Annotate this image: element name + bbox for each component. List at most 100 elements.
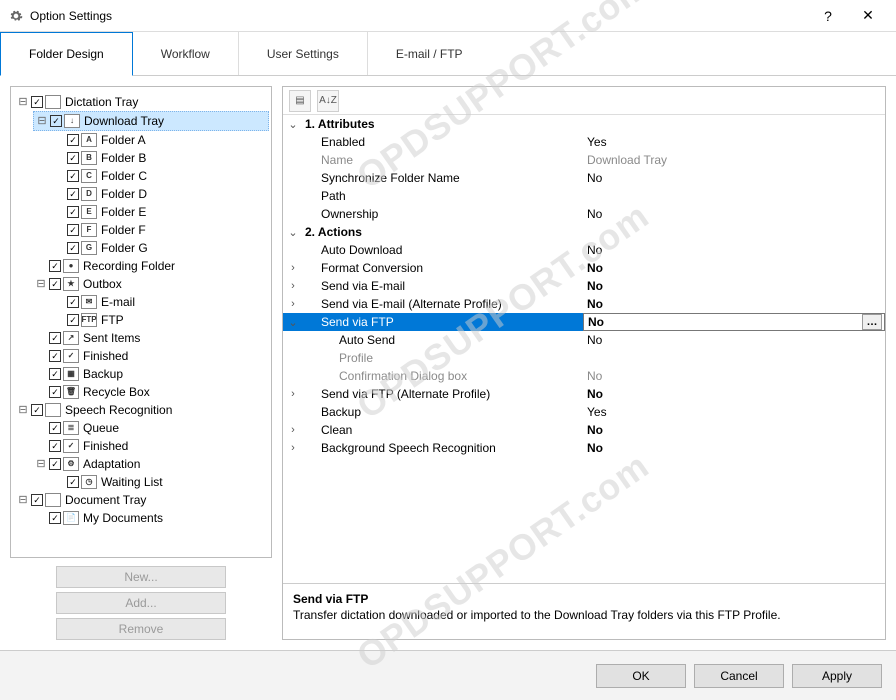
property-row-send-via-e-mail-alternate-profile-[interactable]: ›Send via E-mail (Alternate Profile)No bbox=[283, 295, 885, 313]
property-row-ownership[interactable]: OwnershipNo bbox=[283, 205, 885, 223]
checkbox-icon[interactable] bbox=[49, 458, 61, 470]
tree-item-document-tray[interactable]: ⊟Document Tray bbox=[15, 491, 269, 509]
property-row-clean[interactable]: ›CleanNo bbox=[283, 421, 885, 439]
property-row-synchronize-folder-name[interactable]: Synchronize Folder NameNo bbox=[283, 169, 885, 187]
close-button[interactable]: ✕ bbox=[848, 7, 888, 24]
checkbox-icon[interactable] bbox=[67, 206, 79, 218]
checkbox-icon[interactable] bbox=[31, 404, 43, 416]
property-row--actions[interactable]: ⌄2. Actions bbox=[283, 223, 885, 241]
expand-icon[interactable]: ⊟ bbox=[17, 491, 29, 509]
tree-item-waiting-list[interactable]: ·◷Waiting List bbox=[51, 473, 269, 491]
expand-icon[interactable]: ⊟ bbox=[35, 455, 47, 473]
expand-icon[interactable]: › bbox=[283, 442, 303, 454]
expand-icon[interactable]: › bbox=[283, 388, 303, 400]
checkbox-icon[interactable] bbox=[67, 476, 79, 488]
apply-button[interactable]: Apply bbox=[792, 664, 882, 688]
property-row-send-via-ftp[interactable]: ⌄Send via FTPNo… bbox=[283, 313, 885, 331]
sort-button[interactable]: A↓Z bbox=[317, 90, 339, 112]
property-row-format-conversion[interactable]: ›Format ConversionNo bbox=[283, 259, 885, 277]
tree-item-recycle-box[interactable]: ·🗑Recycle Box bbox=[33, 383, 269, 401]
tree-item-recording-folder[interactable]: ·●Recording Folder bbox=[33, 257, 269, 275]
property-value[interactable]: No bbox=[583, 243, 885, 257]
help-button[interactable]: ? bbox=[808, 8, 848, 24]
tree-item-folder-d[interactable]: ·DFolder D bbox=[51, 185, 269, 203]
property-row-auto-download[interactable]: Auto DownloadNo bbox=[283, 241, 885, 259]
property-row-name[interactable]: NameDownload Tray bbox=[283, 151, 885, 169]
checkbox-icon[interactable] bbox=[49, 278, 61, 290]
ellipsis-button[interactable]: … bbox=[862, 314, 882, 330]
folder-tree[interactable]: ⊟Dictation Tray⊟↓Download Tray·AFolder A… bbox=[10, 86, 272, 558]
tree-item-sent-items[interactable]: ·↗Sent Items bbox=[33, 329, 269, 347]
property-value[interactable]: No bbox=[583, 423, 885, 437]
property-row-confirmation-dialog-box[interactable]: Confirmation Dialog boxNo bbox=[283, 367, 885, 385]
checkbox-icon[interactable] bbox=[49, 422, 61, 434]
checkbox-icon[interactable] bbox=[67, 296, 79, 308]
property-row-background-speech-recognition[interactable]: ›Background Speech RecognitionNo bbox=[283, 439, 885, 457]
expand-icon[interactable]: ⊟ bbox=[36, 112, 48, 130]
tab-e-mail-ftp[interactable]: E-mail / FTP bbox=[368, 32, 491, 75]
expand-icon[interactable]: › bbox=[283, 280, 303, 292]
checkbox-icon[interactable] bbox=[49, 260, 61, 272]
tree-item-folder-e[interactable]: ·EFolder E bbox=[51, 203, 269, 221]
property-value[interactable]: No bbox=[583, 171, 885, 185]
tree-item-dictation-tray[interactable]: ⊟Dictation Tray bbox=[15, 93, 269, 111]
checkbox-icon[interactable] bbox=[49, 512, 61, 524]
expand-icon[interactable]: ⊟ bbox=[17, 93, 29, 111]
property-value[interactable]: Yes bbox=[583, 405, 885, 419]
tree-item-ftp[interactable]: ·FTPFTP bbox=[51, 311, 269, 329]
checkbox-icon[interactable] bbox=[49, 440, 61, 452]
property-rows[interactable]: ⌄1. AttributesEnabledYesNameDownload Tra… bbox=[283, 115, 885, 583]
expand-icon[interactable]: ⌄ bbox=[283, 226, 303, 239]
expand-icon[interactable]: ⊟ bbox=[17, 401, 29, 419]
property-row-profile[interactable]: Profile bbox=[283, 349, 885, 367]
checkbox-icon[interactable] bbox=[49, 350, 61, 362]
property-row--attributes[interactable]: ⌄1. Attributes bbox=[283, 115, 885, 133]
tab-workflow[interactable]: Workflow bbox=[133, 32, 239, 75]
ok-button[interactable]: OK bbox=[596, 664, 686, 688]
property-value[interactable]: No bbox=[583, 279, 885, 293]
tree-item-outbox[interactable]: ⊟★Outbox bbox=[33, 275, 269, 293]
property-value[interactable]: No bbox=[583, 333, 885, 347]
expand-icon[interactable]: › bbox=[283, 424, 303, 436]
checkbox-icon[interactable] bbox=[49, 368, 61, 380]
property-value[interactable]: No… bbox=[583, 313, 885, 331]
tree-item-my-documents[interactable]: ·📄My Documents bbox=[33, 509, 269, 527]
tree-item-queue[interactable]: ·≣Queue bbox=[33, 419, 269, 437]
checkbox-icon[interactable] bbox=[49, 386, 61, 398]
categorize-button[interactable]: ▤ bbox=[289, 90, 311, 112]
property-row-path[interactable]: Path bbox=[283, 187, 885, 205]
checkbox-icon[interactable] bbox=[67, 314, 79, 326]
property-row-auto-send[interactable]: Auto SendNo bbox=[283, 331, 885, 349]
tree-item-adaptation[interactable]: ⊟⚙Adaptation bbox=[33, 455, 269, 473]
property-value[interactable]: No bbox=[583, 441, 885, 455]
tree-item-folder-g[interactable]: ·GFolder G bbox=[51, 239, 269, 257]
tree-item-folder-b[interactable]: ·BFolder B bbox=[51, 149, 269, 167]
checkbox-icon[interactable] bbox=[49, 332, 61, 344]
property-row-send-via-e-mail[interactable]: ›Send via E-mailNo bbox=[283, 277, 885, 295]
property-row-backup[interactable]: BackupYes bbox=[283, 403, 885, 421]
tree-item-folder-c[interactable]: ·CFolder C bbox=[51, 167, 269, 185]
property-row-enabled[interactable]: EnabledYes bbox=[283, 133, 885, 151]
checkbox-icon[interactable] bbox=[31, 494, 43, 506]
tab-user-settings[interactable]: User Settings bbox=[239, 32, 368, 75]
tree-item-finished[interactable]: ·✓Finished bbox=[33, 347, 269, 365]
tree-item-e-mail[interactable]: ·✉E-mail bbox=[51, 293, 269, 311]
expand-icon[interactable]: ⌄ bbox=[283, 118, 303, 131]
property-value[interactable]: No bbox=[583, 207, 885, 221]
tree-item-download-tray[interactable]: ⊟↓Download Tray bbox=[33, 111, 269, 131]
tree-item-speech-recognition[interactable]: ⊟Speech Recognition bbox=[15, 401, 269, 419]
property-value[interactable]: No bbox=[583, 387, 885, 401]
expand-icon[interactable]: › bbox=[283, 298, 303, 310]
tree-item-folder-f[interactable]: ·FFolder F bbox=[51, 221, 269, 239]
property-value[interactable]: No bbox=[583, 369, 885, 383]
tab-folder-design[interactable]: Folder Design bbox=[0, 32, 133, 76]
expand-icon[interactable]: ⊟ bbox=[35, 275, 47, 293]
expand-icon[interactable]: › bbox=[283, 262, 303, 274]
property-value[interactable]: No bbox=[583, 297, 885, 311]
checkbox-icon[interactable] bbox=[31, 96, 43, 108]
checkbox-icon[interactable] bbox=[67, 134, 79, 146]
checkbox-icon[interactable] bbox=[67, 170, 79, 182]
property-row-send-via-ftp-alternate-profile-[interactable]: ›Send via FTP (Alternate Profile)No bbox=[283, 385, 885, 403]
checkbox-icon[interactable] bbox=[67, 224, 79, 236]
tree-item-finished[interactable]: ·✓Finished bbox=[33, 437, 269, 455]
